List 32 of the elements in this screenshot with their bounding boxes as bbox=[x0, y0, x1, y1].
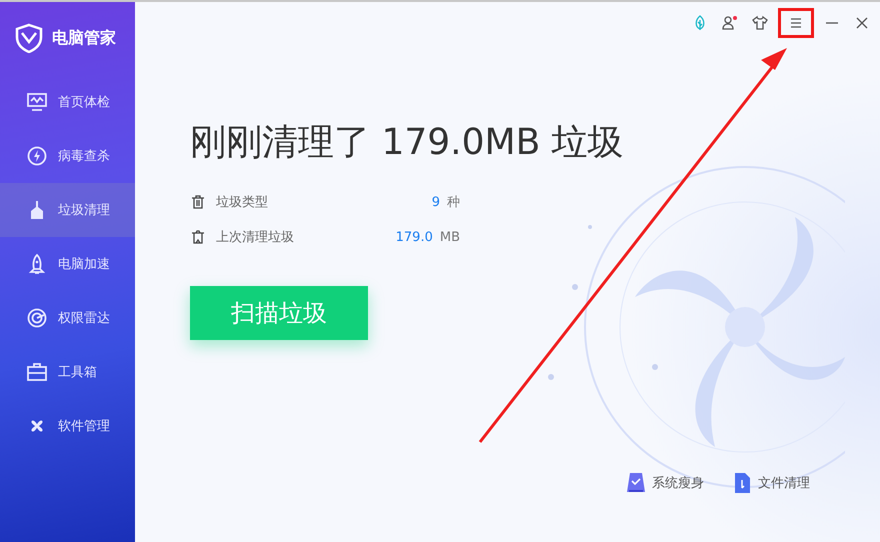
shirt-icon bbox=[752, 15, 768, 31]
sidebar-item[interactable]: 电脑加速 bbox=[0, 237, 135, 291]
stat-label: 垃圾类型 bbox=[216, 194, 269, 211]
stat-value: 179.0 bbox=[396, 230, 433, 244]
stat-unit: MB bbox=[440, 230, 460, 244]
sidebar-item[interactable]: 垃圾清理 bbox=[0, 183, 135, 237]
radar-icon bbox=[26, 307, 48, 329]
shield-logo-icon bbox=[14, 23, 44, 53]
sidebar-item[interactable]: 首页体检 bbox=[0, 75, 135, 129]
toolbox-icon bbox=[26, 361, 48, 383]
bin-icon bbox=[190, 229, 206, 245]
app-name: 电脑管家 bbox=[52, 28, 116, 48]
sidebar-item[interactable]: 病毒查杀 bbox=[0, 129, 135, 183]
tool-link[interactable]: 文件清理 bbox=[732, 472, 810, 494]
sidebar-item[interactable]: 权限雷达 bbox=[0, 291, 135, 345]
stat-unit: 种 bbox=[447, 194, 460, 211]
rocket-icon bbox=[26, 253, 48, 275]
headline: 刚刚清理了 179.0MB 垃圾 bbox=[190, 121, 625, 165]
stat-value: 9 bbox=[432, 194, 440, 210]
minimize-icon bbox=[826, 22, 838, 24]
sidebar-item[interactable]: 软件管理 bbox=[0, 399, 135, 453]
highlighted-toolbar-button[interactable] bbox=[778, 8, 814, 38]
stat-label: 上次清理垃圾 bbox=[216, 229, 295, 246]
lightning-icon bbox=[26, 145, 48, 167]
tool-link[interactable]: 系统瘦身 bbox=[626, 472, 704, 494]
trash-icon bbox=[190, 194, 206, 210]
user-icon bbox=[722, 15, 738, 31]
sidebar-item[interactable]: 工具箱 bbox=[0, 345, 135, 399]
close-icon bbox=[854, 15, 870, 31]
file-icon bbox=[732, 472, 752, 494]
disk-check-icon bbox=[626, 472, 646, 494]
monitor-icon bbox=[26, 91, 48, 113]
